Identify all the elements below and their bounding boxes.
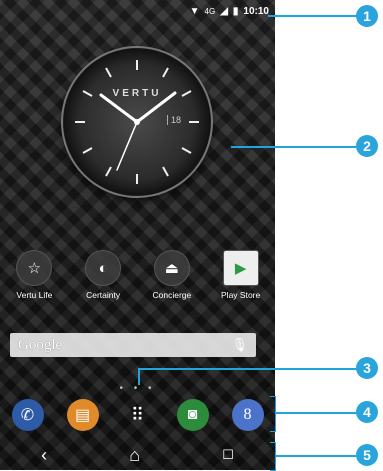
callout-line-1 xyxy=(268,15,358,17)
app-row: ☆ Vertu Life ◐ Certainty ⏏ Concierge ▶ P… xyxy=(0,250,275,300)
status-time: 10:10 xyxy=(243,5,269,17)
callout-badge-5: 5 xyxy=(356,444,378,466)
status-bar: ▼ 4G ◢ ▮ 10:10 xyxy=(0,0,275,22)
search-label: Google xyxy=(18,336,63,353)
play-store-icon: ▶ xyxy=(222,250,259,286)
mic-icon[interactable]: 🎙 xyxy=(231,337,248,353)
battery-icon: ▮ xyxy=(232,5,239,17)
app-label: Play Store xyxy=(221,290,261,300)
callout-bracket-5 xyxy=(270,442,276,471)
callout-line-3a xyxy=(138,368,140,385)
phone-icon[interactable]: ✆ xyxy=(11,399,44,431)
star-icon: ☆ xyxy=(16,250,53,286)
callout-line-2 xyxy=(231,146,357,148)
app-label: Concierge xyxy=(152,290,192,300)
bell-icon: ⏏ xyxy=(153,250,190,286)
phone-screen: ▼ 4G ◢ ▮ 10:10 VERTU 18 ☆ Vertu Life ◐ C… xyxy=(0,0,275,470)
callout-line-3b xyxy=(138,368,358,370)
app-concierge[interactable]: ⏏ Concierge xyxy=(142,250,202,300)
callout-bracket-4 xyxy=(270,396,276,432)
back-icon[interactable]: ‹ xyxy=(41,445,47,466)
wifi-icon: ▼ xyxy=(189,5,200,17)
signal-icon: ◢ xyxy=(220,5,228,17)
app-label: Certainty xyxy=(86,290,121,300)
navigation-bar: ‹ ⌂ ☐ xyxy=(0,440,275,470)
messages-icon[interactable]: ▤ xyxy=(66,399,99,431)
clock-brand: VERTU xyxy=(112,88,162,99)
callout-badge-1: 1 xyxy=(356,5,378,27)
google-plus-icon[interactable]: 8 xyxy=(231,399,264,431)
home-icon[interactable]: ⌂ xyxy=(129,445,140,466)
clock-face xyxy=(75,60,199,184)
dock: ✆ ▤ ⠿ ◙ 8 xyxy=(0,396,275,434)
app-certainty[interactable]: ◐ Certainty xyxy=(73,250,133,300)
network-type: 4G xyxy=(204,6,216,16)
app-label: Vertu Life xyxy=(16,290,53,300)
app-play-store[interactable]: ▶ Play Store xyxy=(211,250,271,300)
recents-icon[interactable]: ☐ xyxy=(222,447,234,463)
callout-badge-3: 3 xyxy=(356,357,378,379)
clock-date: 18 xyxy=(167,115,181,125)
analog-clock-widget[interactable]: VERTU 18 xyxy=(63,48,211,196)
callout-badge-4: 4 xyxy=(356,401,378,423)
shield-icon: ◐ xyxy=(85,250,122,286)
google-search-bar[interactable]: Google 🎙 xyxy=(10,333,256,357)
callout-line-5 xyxy=(275,455,358,457)
callout-line-4 xyxy=(275,412,358,414)
app-vertu-life[interactable]: ☆ Vertu Life xyxy=(4,250,64,300)
callout-badge-2: 2 xyxy=(356,135,378,157)
camera-icon[interactable]: ◙ xyxy=(176,399,209,431)
app-drawer-icon[interactable]: ⠿ xyxy=(122,399,154,431)
